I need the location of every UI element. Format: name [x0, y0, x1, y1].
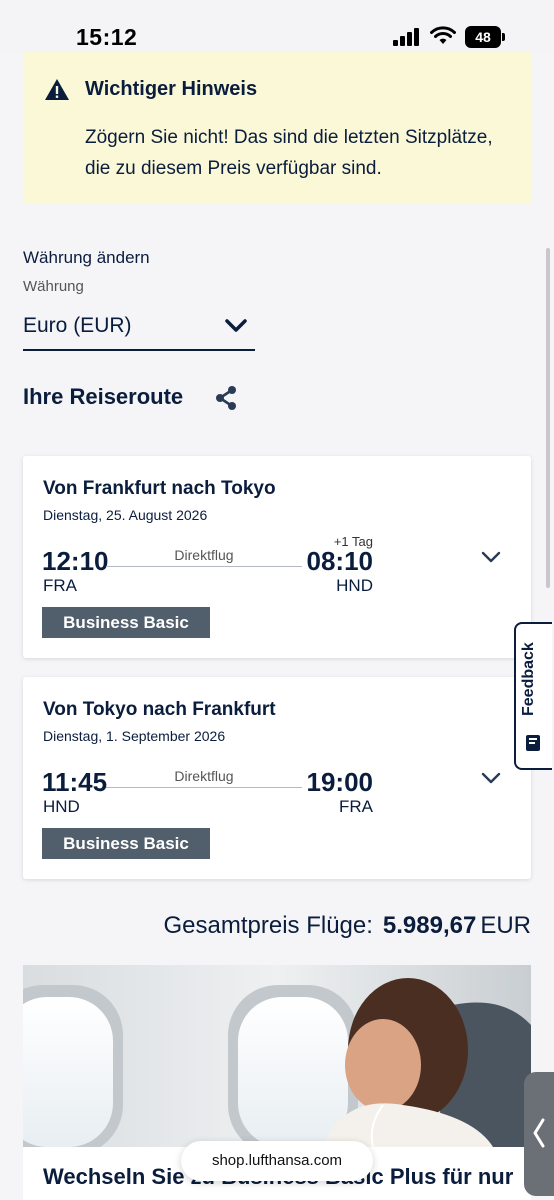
flight-title: Von Tokyo nach Frankfurt	[43, 699, 276, 720]
feedback-icon	[526, 735, 540, 751]
departure-airport: HND	[43, 797, 80, 816]
notice-title: Wichtiger Hinweis	[85, 78, 258, 100]
status-time: 15:12	[76, 24, 138, 50]
total-currency: EUR	[480, 912, 531, 939]
arrival-time: 19:00	[306, 767, 374, 797]
feedback-button[interactable]: Feedback	[514, 622, 552, 770]
route-line	[106, 787, 302, 788]
chevron-left-icon	[533, 1118, 545, 1148]
warning-icon	[45, 79, 69, 100]
departure-airport: FRA	[43, 576, 77, 595]
currency-select[interactable]: Euro (EUR)	[23, 304, 255, 351]
arrival-time: 08:10	[306, 546, 374, 576]
chevron-down-icon[interactable]	[481, 550, 501, 564]
arrival-airport: HND	[336, 576, 373, 595]
promo-image	[23, 965, 531, 1147]
share-icon[interactable]	[214, 385, 238, 411]
signal-icon	[393, 28, 419, 46]
fare-badge: Business Basic	[42, 607, 210, 638]
notice-text: Zögern Sie nicht! Das sind die letzten S…	[85, 127, 493, 179]
scrollbar[interactable]	[546, 248, 550, 588]
departure-time: 11:45	[42, 767, 108, 797]
flight-date: Dienstag, 25. August 2026	[43, 507, 208, 523]
page-content: Wichtiger Hinweis Zögern Sie nicht! Das …	[0, 52, 554, 1200]
side-panel-handle[interactable]	[524, 1072, 554, 1196]
flight-card-outbound[interactable]: Von Frankfurt nach Tokyo Dienstag, 25. A…	[23, 456, 531, 658]
departure-time: 12:10	[42, 546, 109, 576]
currency-heading: Währung ändern	[23, 248, 150, 267]
total-price: Gesamtpreis Flüge: 5.989,67 EUR	[163, 912, 531, 940]
flight-type: Direktflug	[174, 768, 234, 784]
wifi-icon	[430, 26, 456, 44]
battery-tip	[502, 33, 505, 41]
arrival-airport: FRA	[339, 797, 373, 816]
currency-label: Währung	[23, 278, 84, 295]
chevron-down-icon[interactable]	[481, 771, 501, 785]
flight-type: Direktflug	[174, 547, 234, 563]
itinerary-title: Ihre Reiseroute	[23, 384, 184, 409]
currency-value: Euro (EUR)	[23, 314, 132, 337]
important-notice: Wichtiger Hinweis Zögern Sie nicht! Das …	[23, 52, 531, 204]
flight-date: Dienstag, 1. September 2026	[43, 728, 226, 744]
route-line	[106, 566, 302, 567]
address-bar[interactable]: shop.lufthansa.com	[181, 1141, 373, 1181]
status-bar: 15:12 48	[0, 0, 554, 52]
total-label: Gesamtpreis Flüge:	[163, 912, 373, 939]
feedback-label: Feedback	[520, 642, 537, 716]
battery-level: 48	[465, 26, 501, 48]
fare-badge: Business Basic	[42, 828, 210, 859]
total-value: 5.989,67	[382, 912, 477, 939]
flight-card-return[interactable]: Von Tokyo nach Frankfurt Dienstag, 1. Se…	[23, 677, 531, 879]
flight-title: Von Frankfurt nach Tokyo	[43, 478, 276, 499]
chevron-down-icon	[225, 319, 247, 332]
battery-indicator: 48	[465, 26, 505, 48]
